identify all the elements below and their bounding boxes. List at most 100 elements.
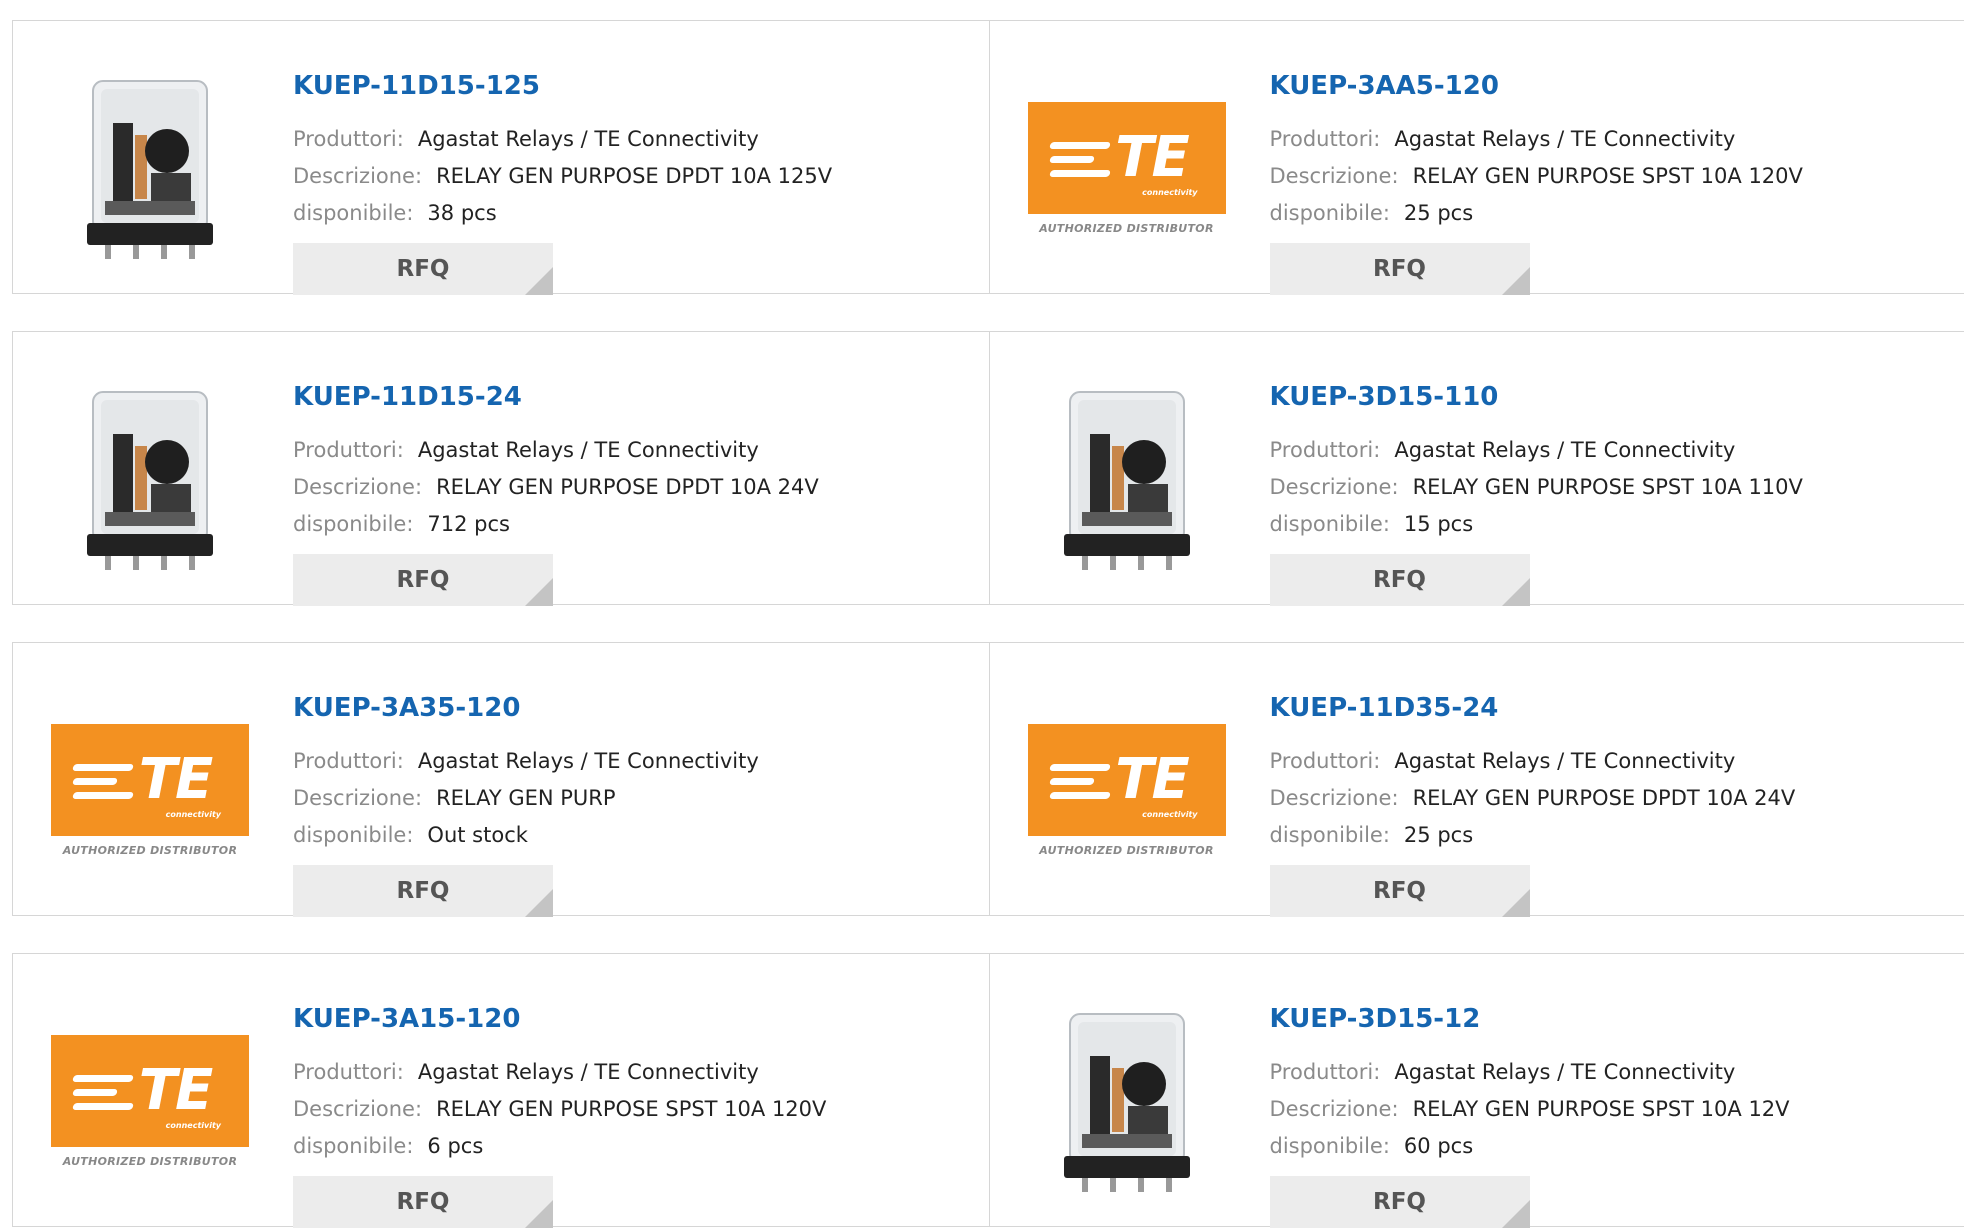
availability-label: disponibile:	[293, 201, 413, 225]
description-line: Descrizione: RELAY GEN PURPOSE SPST 10A 1…	[293, 1091, 826, 1128]
product-row: KUEP-11D15-125Produttori:Agastat Relays …	[12, 20, 1964, 294]
manufacturer-label: Produttori:	[1270, 438, 1381, 462]
description-value: RELAY GEN PURPOSE SPST 10A 120V	[436, 1097, 826, 1121]
te-connectivity-logo[interactable]: TEconnectivityAUTHORIZED DISTRIBUTOR	[1027, 102, 1227, 235]
availability-line: disponibile: 15 pcs	[1270, 506, 1803, 543]
availability-label: disponibile:	[293, 823, 413, 847]
availability-line: disponibile:Out stock	[293, 817, 759, 854]
product-card: TEconnectivityAUTHORIZED DISTRIBUTOR KUEP…	[989, 21, 1964, 293]
te-logo-bars-icon	[73, 1075, 133, 1117]
availability-label: disponibile:	[1270, 512, 1390, 536]
part-number-link[interactable]: KUEP-3AA5-120	[1270, 73, 1499, 99]
product-info: KUEP-3D15-12 Produttori:Agastat Relays / …	[1270, 984, 1790, 1228]
rfq-button[interactable]: RFQ	[293, 1176, 553, 1228]
corner-triangle-icon	[525, 578, 553, 606]
manufacturer-label: Produttori:	[1270, 127, 1381, 151]
product-thumbnail[interactable]	[1027, 1001, 1227, 1201]
description-line: Descrizione: RELAY GEN PURPOSE SPST 10A 1…	[1270, 469, 1803, 506]
product-thumbnail[interactable]: TEconnectivityAUTHORIZED DISTRIBUTOR	[1027, 68, 1227, 268]
product-thumbnail[interactable]	[50, 68, 250, 268]
rfq-button-label: RFQ	[1373, 878, 1426, 904]
description-label: Descrizione:	[293, 1097, 422, 1121]
part-number-link[interactable]: KUEP-3D15-12	[1270, 1006, 1481, 1032]
description-label: Descrizione:	[293, 786, 422, 810]
description-value: RELAY GEN PURPOSE SPST 10A 12V	[1413, 1097, 1790, 1121]
availability-line: disponibile:38 pcs	[293, 195, 832, 232]
part-number-link[interactable]: KUEP-3D15-110	[1270, 384, 1499, 410]
availability-label: disponibile:	[293, 512, 413, 536]
availability-value: 60 pcs	[1404, 1134, 1473, 1158]
part-number-link[interactable]: KUEP-11D15-125	[293, 73, 540, 99]
manufacturer-line: Produttori:Agastat Relays / TE Connectiv…	[1270, 432, 1803, 469]
availability-value: 712 pcs	[427, 512, 510, 536]
availability-line: disponibile:60 pcs	[1270, 1128, 1790, 1165]
availability-label: disponibile:	[1270, 201, 1390, 225]
rfq-button[interactable]: RFQ	[293, 865, 553, 917]
description-value: RELAY GEN PURPOSE DPDT 10A 24V	[436, 475, 819, 499]
product-card: TEconnectivity AUTHORIZED DISTRIBUTOR KUEP…	[13, 643, 989, 915]
description-label: Descrizione:	[1270, 786, 1399, 810]
description-line: Descrizione: RELAY GEN PURPOSE DPDT 10A 1…	[293, 158, 832, 195]
manufacturer-value: Agastat Relays / TE Connectivity	[1394, 749, 1735, 773]
manufacturer-label: Produttori:	[293, 749, 404, 773]
relay-product-image[interactable]	[1052, 1006, 1202, 1196]
description-line: Descrizione:RELAY GEN PURPOSE DPDT 10A 2…	[1270, 780, 1796, 817]
relay-product-image[interactable]	[1052, 384, 1202, 574]
te-connectivity-logo[interactable]: TEconnectivity AUTHORIZED DISTRIBUTOR	[50, 1035, 250, 1168]
manufacturer-value: Agastat Relays / TE Connectivity	[418, 438, 759, 462]
relay-product-image[interactable]	[75, 384, 225, 574]
description-value: RELAY GEN PURPOSE DPDT 10A 125V	[436, 164, 832, 188]
product-info: KUEP-3A15-120Produttori:Agastat Relays /…	[293, 984, 826, 1228]
part-number-link[interactable]: KUEP-3A15-120	[293, 1006, 520, 1032]
rfq-button[interactable]: RFQ	[1270, 554, 1530, 606]
rfq-button-label: RFQ	[397, 567, 450, 593]
te-logo-box: TEconnectivity	[51, 724, 249, 836]
rfq-button[interactable]: RFQ	[293, 554, 553, 606]
part-number-link[interactable]: KUEP-11D15-24	[293, 384, 522, 410]
availability-value: 15 pcs	[1404, 512, 1473, 536]
manufacturer-label: Produttori:	[1270, 749, 1381, 773]
product-card: TEconnectivityAUTHORIZED DISTRIBUTOR KUEP…	[989, 643, 1964, 915]
description-label: Descrizione:	[1270, 475, 1399, 499]
product-thumbnail[interactable]: TEconnectivityAUTHORIZED DISTRIBUTOR	[1027, 690, 1227, 890]
te-logo-box: TEconnectivity	[51, 1035, 249, 1147]
authorized-distributor-label: AUTHORIZED DISTRIBUTOR	[1027, 844, 1227, 857]
product-row: TEconnectivity AUTHORIZED DISTRIBUTOR KUEP…	[12, 642, 1964, 916]
rfq-button-label: RFQ	[397, 1189, 450, 1215]
rfq-button[interactable]: RFQ	[1270, 243, 1530, 295]
product-thumbnail[interactable]: TEconnectivity AUTHORIZED DISTRIBUTOR	[50, 1001, 250, 1201]
description-value: RELAY GEN PURPOSE SPST 10A 110V	[1413, 475, 1803, 499]
manufacturer-label: Produttori:	[293, 127, 404, 151]
te-connectivity-logo[interactable]: TEconnectivityAUTHORIZED DISTRIBUTOR	[1027, 724, 1227, 857]
product-thumbnail[interactable]	[1027, 379, 1227, 579]
relay-product-image[interactable]	[75, 73, 225, 263]
product-info: KUEP-11D35-24 Produttori: Agastat Relays /…	[1270, 673, 1796, 917]
authorized-distributor-label: AUTHORIZED DISTRIBUTOR	[50, 844, 250, 857]
manufacturer-label: Produttori:	[293, 1060, 404, 1084]
corner-triangle-icon	[525, 267, 553, 295]
part-number-link[interactable]: KUEP-11D35-24	[1270, 695, 1499, 721]
rfq-button[interactable]: RFQ	[1270, 865, 1530, 917]
product-row: TEconnectivity AUTHORIZED DISTRIBUTOR KUEP…	[12, 953, 1964, 1227]
te-logo-box: TEconnectivity	[1028, 102, 1226, 214]
product-card: KUEP-11D15-125Produttori:Agastat Relays …	[13, 21, 989, 293]
product-info: KUEP-11D15-125Produttori:Agastat Relays …	[293, 51, 832, 295]
rfq-button-label: RFQ	[397, 256, 450, 282]
authorized-distributor-label: AUTHORIZED DISTRIBUTOR	[50, 1155, 250, 1168]
rfq-button[interactable]: RFQ	[293, 243, 553, 295]
product-card: KUEP-11D15-24Produttori:Agastat Relays /…	[13, 332, 989, 604]
product-thumbnail[interactable]: TEconnectivity AUTHORIZED DISTRIBUTOR	[50, 690, 250, 890]
description-label: Descrizione:	[293, 164, 422, 188]
part-number-link[interactable]: KUEP-3A35-120	[293, 695, 520, 721]
te-logo-text: TE	[139, 1058, 211, 1123]
product-thumbnail[interactable]	[50, 379, 250, 579]
corner-triangle-icon	[1502, 578, 1530, 606]
description-value: RELAY GEN PURPOSE SPST 10A 120V	[1413, 164, 1803, 188]
te-connectivity-logo[interactable]: TEconnectivity AUTHORIZED DISTRIBUTOR	[50, 724, 250, 857]
manufacturer-line: Produttori:Agastat Relays / TE Connectiv…	[1270, 1054, 1790, 1091]
product-info: KUEP-11D15-24Produttori:Agastat Relays /…	[293, 362, 819, 606]
te-logo-subtitle: connectivity	[1142, 188, 1197, 197]
product-card: KUEP-3D15-110 Produttori:Agastat Relays /…	[989, 332, 1964, 604]
corner-triangle-icon	[525, 889, 553, 917]
rfq-button[interactable]: RFQ	[1270, 1176, 1530, 1228]
